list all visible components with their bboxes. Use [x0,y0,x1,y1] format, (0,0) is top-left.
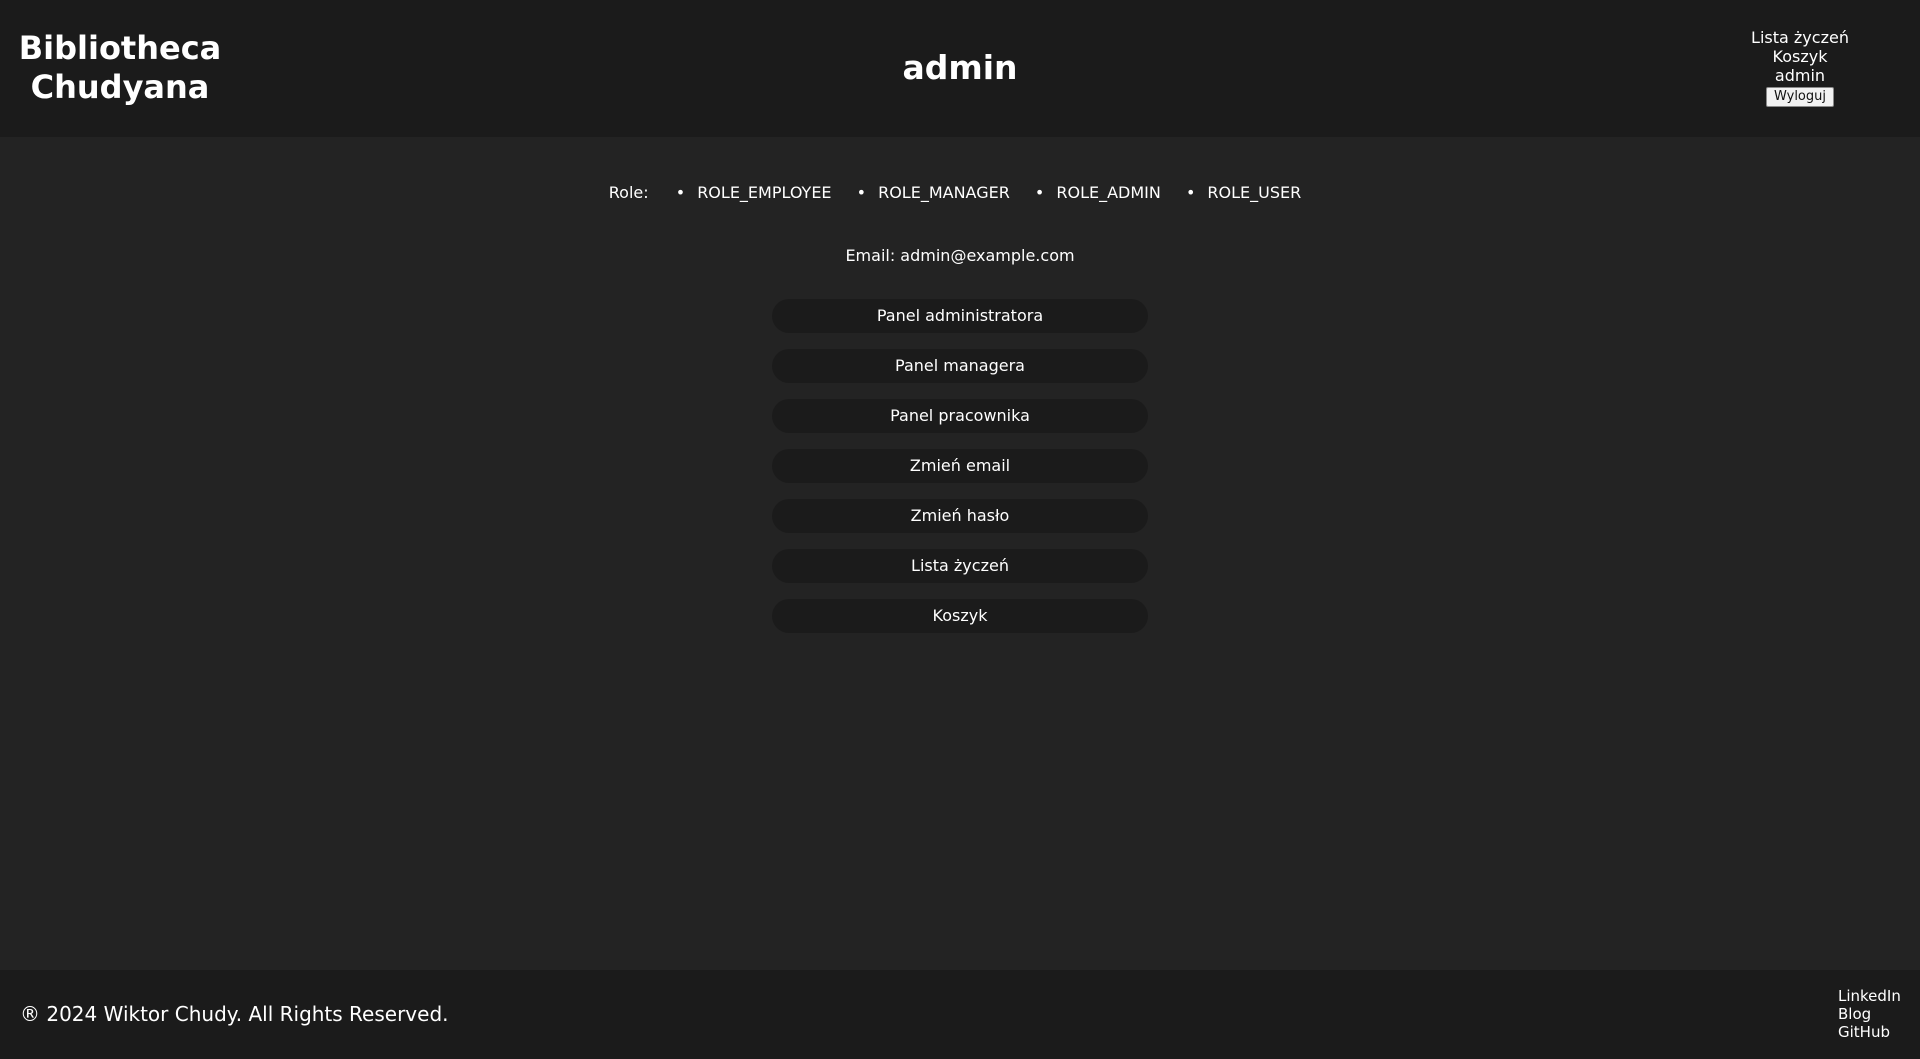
github-link[interactable]: GitHub [1838,1023,1901,1041]
nav-cart-link[interactable]: Koszyk [1720,47,1880,66]
nav-user-link[interactable]: admin [1720,66,1880,85]
manager-panel-button[interactable]: Panel managera [772,349,1148,383]
admin-panel-button[interactable]: Panel administratora [772,299,1148,333]
top-nav: Lista życzeń Koszyk admin Wyloguj [1720,28,1880,107]
role-item: ROLE_EMPLOYEE [676,181,831,205]
cart-button[interactable]: Koszyk [772,599,1148,633]
employee-panel-button[interactable]: Panel pracownika [772,399,1148,433]
role-item: ROLE_MANAGER [857,181,1010,205]
role-item: ROLE_USER [1186,181,1301,205]
copyright-text: ® 2024 Wiktor Chudy. All Rights Reserved… [20,1002,449,1026]
role-item: ROLE_ADMIN [1035,181,1161,205]
site-header: Bibliotheca Chudyana admin Lista życzeń … [0,0,1920,137]
brand-line-2: Chudyana [30,68,210,106]
roles-list: ROLE_EMPLOYEE ROLE_MANAGER ROLE_ADMIN RO… [666,181,1311,205]
brand-line-1: Bibliotheca [18,29,222,67]
page-title: admin [902,48,1018,87]
change-email-button[interactable]: Zmień email [772,449,1148,483]
linkedin-link[interactable]: LinkedIn [1838,987,1901,1005]
site-logo[interactable]: Bibliotheca Chudyana [0,29,240,107]
nav-wishlist-link[interactable]: Lista życzeń [1720,28,1880,47]
blog-link[interactable]: Blog [1838,1005,1901,1023]
account-actions: Panel administratora Panel managera Pane… [772,299,1148,649]
site-footer: ® 2024 Wiktor Chudy. All Rights Reserved… [0,970,1920,1059]
change-password-button[interactable]: Zmień hasło [772,499,1148,533]
footer-links: LinkedIn Blog GitHub [1838,987,1901,1041]
roles-label: Role: [608,182,649,202]
email-info: Email: admin@example.com [845,246,1075,265]
wishlist-button[interactable]: Lista życzeń [772,549,1148,583]
logout-button[interactable]: Wyloguj [1766,87,1834,107]
roles-section: Role: ROLE_EMPLOYEE ROLE_MANAGER ROLE_AD… [0,180,1920,205]
